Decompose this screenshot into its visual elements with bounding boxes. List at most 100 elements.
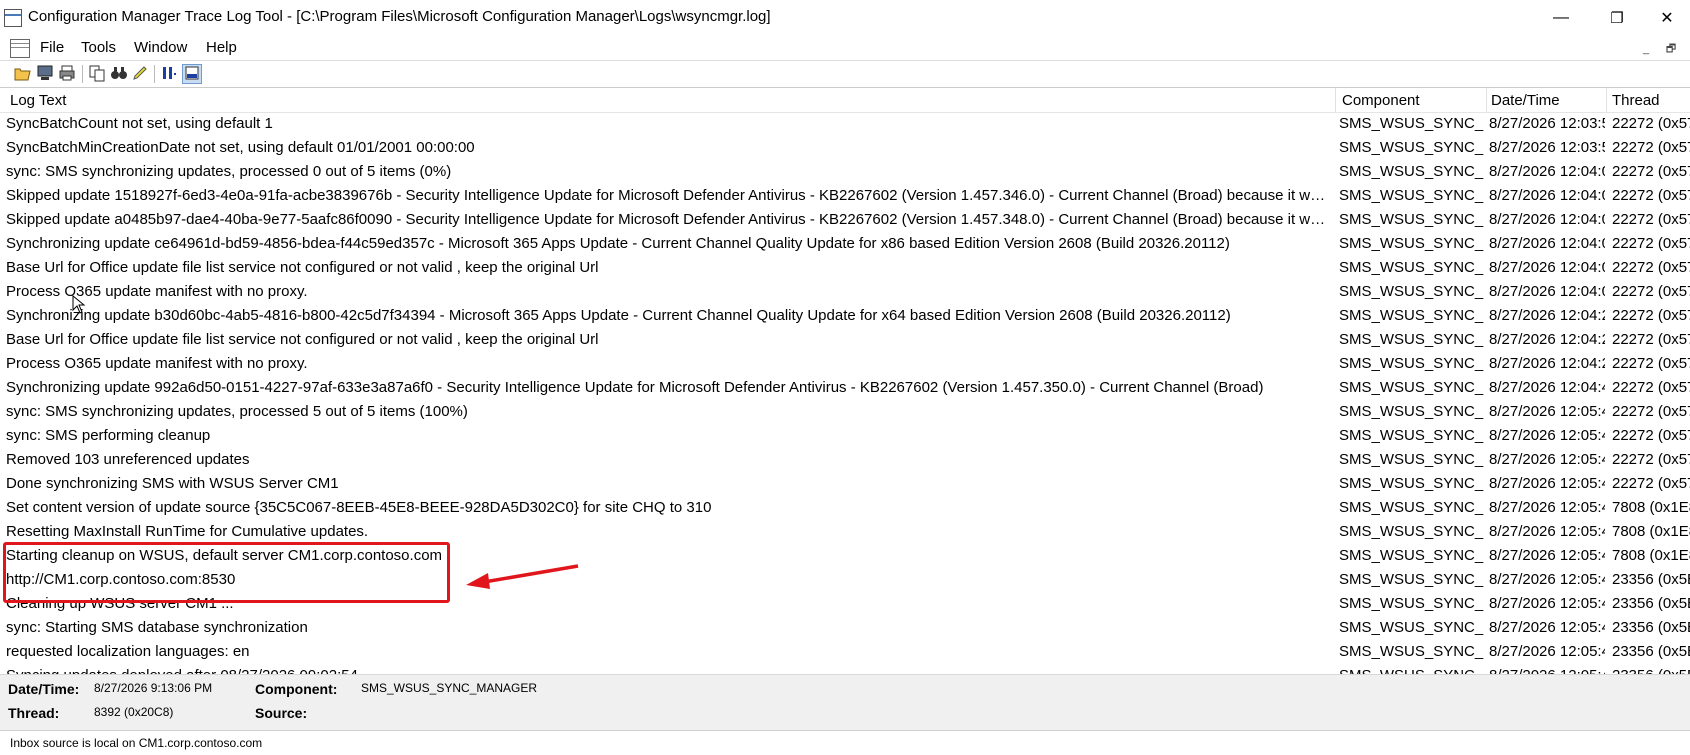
log-row[interactable]: Process O365 update manifest with no pro… [0,280,1690,304]
restore-button[interactable]: ❐ [1594,0,1640,36]
thread-cell: 23356 (0x5B [1612,667,1690,674]
thread-cell: 22272 (0x57 [1612,187,1690,204]
datetime-cell: 8/27/2026 12:04:0 [1489,187,1605,204]
detail-thread-value: 8392 (0x20C8) [94,705,174,719]
thread-cell: 22272 (0x57 [1612,307,1690,324]
open-icon[interactable] [14,64,32,82]
log-text-cell: sync: Starting SMS database synchronizat… [6,619,308,636]
datetime-cell: 8/27/2026 12:04:2 [1489,307,1605,324]
log-row[interactable]: sync: Starting SMS database synchronizat… [0,616,1690,640]
component-cell: SMS_WSUS_SYNC_MA [1339,427,1484,444]
pause-icon[interactable] [160,64,178,82]
column-divider[interactable] [1486,88,1487,112]
thread-cell: 22272 (0x57 [1612,211,1690,228]
datetime-cell: 8/27/2026 12:05:4 [1489,403,1605,420]
menu-window[interactable]: Window [134,39,187,56]
datetime-cell: 8/27/2026 12:05:4 [1489,451,1605,468]
menu-bar: File Tools Window Help _ 🗗 [0,36,1690,60]
log-row[interactable]: Resetting MaxInstall RunTime for Cumulat… [0,520,1690,544]
thread-cell: 22272 (0x57 [1612,163,1690,180]
log-row[interactable]: Synchronizing update 992a6d50-0151-4227-… [0,376,1690,400]
log-row[interactable]: sync: SMS synchronizing updates, process… [0,160,1690,184]
log-row[interactable]: Synchronizing update b30d60bc-4ab5-4816-… [0,304,1690,328]
highlight-icon[interactable] [131,64,149,82]
menu-file[interactable]: File [40,39,64,56]
component-cell: SMS_WSUS_SYNC_MA [1339,211,1484,228]
print-icon[interactable] [58,64,76,82]
component-cell: SMS_WSUS_SYNC_MA [1339,571,1484,588]
title-bar: Configuration Manager Trace Log Tool - [… [0,0,1690,36]
log-row[interactable]: sync: SMS synchronizing updates, process… [0,400,1690,424]
log-text-cell: sync: SMS performing cleanup [6,427,211,444]
log-row[interactable]: Skipped update 1518927f-6ed3-4e0a-91fa-a… [0,184,1690,208]
log-text-cell: Done synchronizing SMS with WSUS Server … [6,475,339,492]
thread-cell: 22272 (0x57 [1612,403,1690,420]
component-cell: SMS_WSUS_SYNC_MA [1339,259,1484,276]
datetime-cell: 8/27/2026 12:05:4 [1489,427,1605,444]
status-text: Inbox source is local on CM1.corp.contos… [10,736,263,750]
details-pane-icon[interactable] [182,64,202,84]
log-text-cell: Base Url for Office update file list ser… [6,259,599,276]
component-cell: SMS_WSUS_SYNC_MA [1339,643,1484,660]
datetime-cell: 8/27/2026 12:05:4 [1489,571,1605,588]
log-text-cell: Base Url for Office update file list ser… [6,331,599,348]
log-row[interactable]: sync: SMS performing cleanup SMS_WSUS_SYN… [0,424,1690,448]
detail-pane: Date/Time: 8/27/2026 9:13:06 PM Componen… [0,674,1690,731]
detail-source-label: Source: [255,705,308,721]
find-icon[interactable] [110,64,128,82]
column-divider[interactable] [1335,88,1336,112]
document-icon[interactable] [10,39,30,58]
mdi-minimize-button[interactable]: _ [1638,42,1654,56]
log-row[interactable]: Synchronizing update ce64961d-bd59-4856-… [0,232,1690,256]
thread-cell: 22272 (0x57 [1612,115,1690,132]
thread-cell: 23356 (0x5B [1612,619,1690,636]
log-row[interactable]: Base Url for Office update file list ser… [0,328,1690,352]
log-row[interactable]: requested localization languages: en SMS_… [0,640,1690,664]
thread-cell: 22272 (0x57 [1612,331,1690,348]
log-text-cell: requested localization languages: en [6,643,250,660]
mdi-restore-button[interactable]: 🗗 [1663,42,1679,56]
thread-cell: 22272 (0x57 [1612,379,1690,396]
component-cell: SMS_WSUS_SYNC_MA [1339,331,1484,348]
component-cell: SMS_WSUS_SYNC_MA [1339,187,1484,204]
detail-datetime-label: Date/Time: [8,681,80,697]
component-cell: SMS_WSUS_SYNC_MA [1339,307,1484,324]
status-bar: Inbox source is local on CM1.corp.contos… [0,730,1690,755]
detail-thread-label: Thread: [8,705,60,721]
log-row[interactable]: SyncBatchCount not set, using default 1 S… [0,112,1690,136]
log-row[interactable]: Base Url for Office update file list ser… [0,256,1690,280]
column-header-datetime[interactable]: Date/Time [1491,92,1560,109]
component-cell: SMS_WSUS_SYNC_MA [1339,403,1484,420]
log-row[interactable]: Done synchronizing SMS with WSUS Server … [0,472,1690,496]
component-cell: SMS_WSUS_SYNC_MA [1339,355,1484,372]
datetime-cell: 8/27/2026 12:03:5 [1489,139,1605,156]
close-button[interactable]: ✕ [1644,0,1690,36]
column-header-thread[interactable]: Thread [1612,92,1660,109]
log-text-cell: Skipped update 1518927f-6ed3-4e0a-91fa-a… [6,187,1328,204]
thread-cell: 22272 (0x57 [1612,451,1690,468]
datetime-cell: 8/27/2026 12:05:4 [1489,619,1605,636]
log-row[interactable]: Set content version of update source {35… [0,496,1690,520]
column-header-log-text[interactable]: Log Text [10,92,66,109]
log-row[interactable]: Syncing updates deployed after 08/27/202… [0,664,1690,674]
log-row[interactable]: Skipped update a0485b97-dae4-40ba-9e77-5… [0,208,1690,232]
thread-cell: 22272 (0x57 [1612,283,1690,300]
thread-cell: 22272 (0x57 [1612,235,1690,252]
menu-help[interactable]: Help [206,39,237,56]
minimize-button[interactable]: — [1538,0,1584,36]
annotation-arrow [466,564,579,589]
column-divider[interactable] [1606,88,1607,112]
thread-cell: 22272 (0x57 [1612,475,1690,492]
log-row[interactable]: SyncBatchMinCreationDate not set, using … [0,136,1690,160]
open-remote-icon[interactable] [36,64,54,82]
component-cell: SMS_WSUS_SYNC_MA [1339,667,1484,674]
datetime-cell: 8/27/2026 12:04:0 [1489,259,1605,276]
detail-component-value: SMS_WSUS_SYNC_MANAGER [361,681,538,695]
log-row[interactable]: Removed 103 unreferenced updates SMS_WSUS… [0,448,1690,472]
copy-icon[interactable] [88,64,106,82]
log-row[interactable]: Process O365 update manifest with no pro… [0,352,1690,376]
thread-cell: 7808 (0x1E8 [1612,523,1690,540]
component-cell: SMS_WSUS_SYNC_MA [1339,139,1484,156]
column-header-component[interactable]: Component [1342,92,1420,109]
menu-tools[interactable]: Tools [81,39,116,56]
